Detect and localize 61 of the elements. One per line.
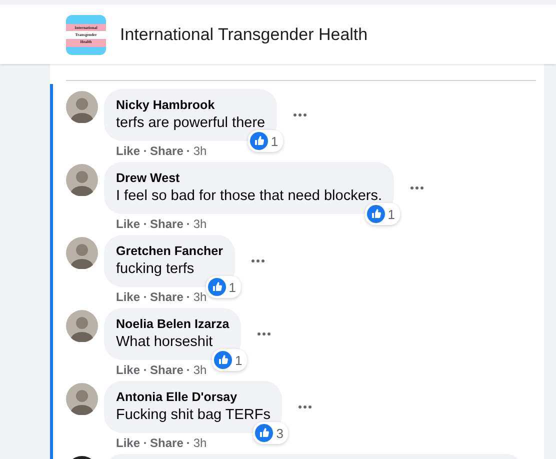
separator-dot — [187, 150, 190, 152]
comment-action-link[interactable]: Share — [150, 363, 184, 377]
comment-action-link[interactable]: Share — [150, 436, 184, 450]
avatar[interactable] — [66, 91, 98, 123]
reaction-number: 1 — [388, 206, 395, 222]
reaction-number: 1 — [228, 280, 236, 294]
comment-time[interactable]: 3h — [193, 363, 207, 377]
comment-author[interactable]: Antonia Elle D'orsay — [116, 388, 270, 406]
comment-text: What horseshit — [116, 333, 214, 352]
comment-text: I feel so bad for those that need blockers. — [116, 187, 382, 206]
page-title[interactable]: International Transgender Health — [120, 24, 368, 44]
reaction-count[interactable]: 3 — [253, 422, 288, 444]
like-icon — [250, 132, 268, 150]
separator-dot — [144, 223, 146, 225]
reaction-number: 1 — [235, 352, 242, 368]
reaction-count[interactable]: 1 — [212, 349, 248, 371]
avatar[interactable] — [66, 383, 98, 415]
comment-text: Fucking shit bag TERFs — [116, 406, 270, 425]
comment-author[interactable]: Noelia Belen Izarza — [116, 315, 230, 333]
more-options-icon[interactable] — [250, 259, 265, 263]
separator-dot — [187, 223, 190, 225]
comment-author[interactable]: Nicky Hambrook — [116, 96, 266, 114]
avatar[interactable] — [66, 310, 98, 342]
separator-dot — [144, 442, 146, 444]
comment-action-link[interactable]: Like — [116, 217, 140, 231]
comment-action-link[interactable]: Like — [116, 363, 140, 377]
separator-dot — [144, 296, 146, 298]
comment-author[interactable]: Gretchen Fancher — [116, 242, 223, 260]
avatar[interactable] — [66, 164, 98, 196]
comment-time[interactable]: 3h — [193, 436, 207, 450]
comment-action-link[interactable]: Share — [150, 144, 184, 158]
reaction-number: 3 — [276, 426, 284, 440]
separator-dot — [144, 369, 146, 371]
comment-action-link[interactable]: Like — [116, 144, 140, 158]
avatar[interactable] — [66, 237, 98, 269]
comment-author[interactable]: Drew West — [116, 169, 382, 187]
comment-text: terfs are powerful there — [116, 114, 266, 133]
reaction-count[interactable]: 1 — [248, 130, 284, 152]
more-options-icon[interactable] — [257, 332, 272, 336]
comment-action-link[interactable]: Like — [116, 436, 140, 450]
separator-dot — [187, 369, 190, 371]
comment-text: fucking terfs — [116, 260, 196, 279]
comment-action-link[interactable]: Share — [150, 290, 184, 304]
comment-time[interactable]: 3h — [193, 217, 207, 231]
like-icon — [366, 205, 385, 223]
comment-time[interactable]: 3h — [193, 290, 207, 304]
separator-dot — [187, 296, 190, 298]
separator-dot — [144, 150, 146, 152]
more-options-icon[interactable] — [298, 405, 312, 409]
more-options-icon[interactable] — [410, 186, 424, 190]
more-options-icon[interactable] — [293, 113, 308, 117]
reaction-count[interactable]: 1 — [206, 276, 241, 298]
separator-dot — [187, 442, 190, 444]
reaction-number: 1 — [270, 134, 278, 148]
comment-action-link[interactable]: Like — [116, 290, 140, 304]
like-icon — [255, 424, 274, 442]
like-icon — [214, 351, 232, 369]
comment-action-link[interactable]: Share — [150, 217, 184, 231]
like-icon — [208, 278, 226, 296]
reaction-count[interactable]: 1 — [364, 203, 400, 225]
comment-time[interactable]: 3h — [193, 144, 207, 158]
